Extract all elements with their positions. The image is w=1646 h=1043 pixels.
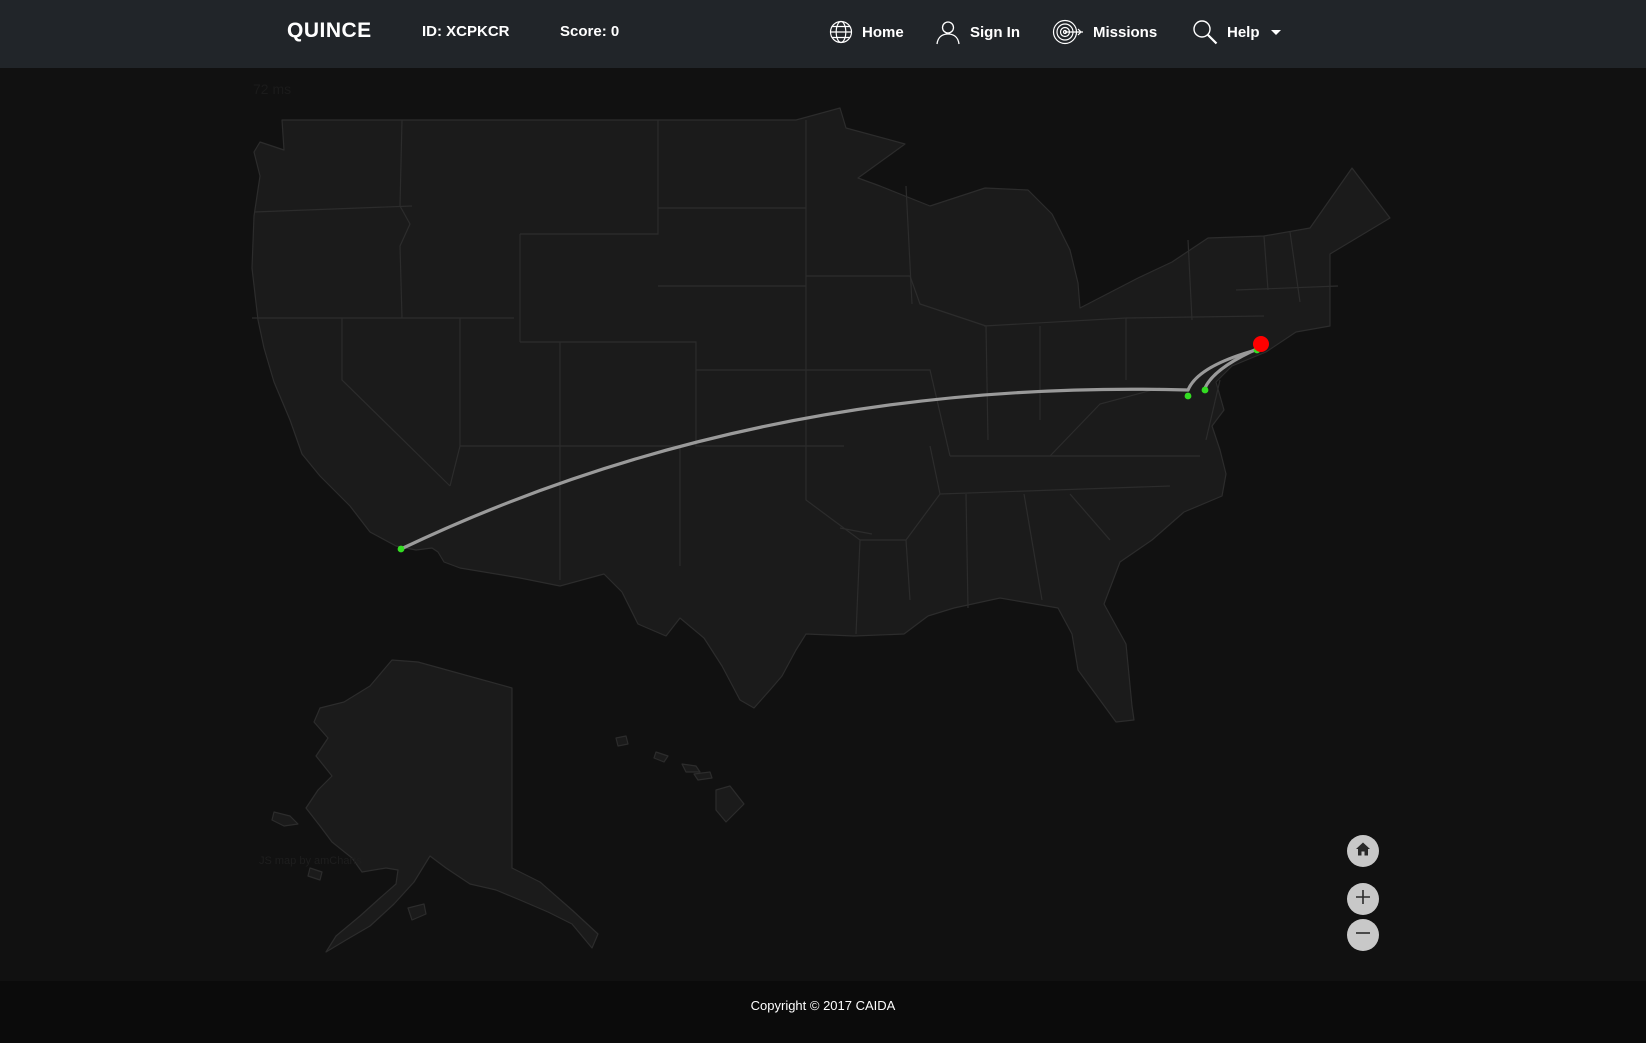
score-label: Score: 0 [560, 23, 620, 40]
nav-help-label: Help [1227, 23, 1260, 41]
target-icon [1052, 19, 1084, 45]
chevron-down-icon [1270, 29, 1281, 35]
zoom-in-button[interactable] [1347, 883, 1379, 915]
nav-sign-in-label: Sign In [970, 23, 1020, 41]
nav-home-link[interactable]: Home [829, 17, 904, 47]
nav-missions-label: Missions [1093, 23, 1158, 41]
map-credit[interactable]: JS map by amCharts [259, 855, 362, 867]
hawaii-island-shape [715, 785, 745, 823]
nav-sign-in-link[interactable]: Sign In [935, 17, 1020, 47]
hawaii-island-shape [693, 771, 713, 781]
brand-logo[interactable]: QUINCE [287, 19, 372, 43]
search-icon [1192, 19, 1218, 45]
nav-help-dropdown[interactable]: Help [1192, 17, 1281, 47]
top-navbar: QUINCE ID: XCPKCR Score: 0 Home Sign In [0, 0, 1646, 68]
hawaii-island-shape [653, 751, 669, 763]
state-shapes [251, 107, 1391, 953]
user-icon [935, 19, 961, 45]
page-footer: Copyright © 2017 CAIDA [0, 981, 1646, 1043]
nav-missions-link[interactable]: Missions [1052, 17, 1157, 47]
kodiak-island-shape [307, 867, 323, 881]
latency-label: 72 ms [253, 81, 292, 97]
hop-marker [1201, 386, 1209, 394]
map-container[interactable]: 72 ms JS map by amCharts [0, 68, 1646, 981]
globe-icon [829, 20, 853, 44]
hop-marker [397, 545, 405, 553]
target-marker [1253, 336, 1269, 352]
nav-home-label: Home [862, 23, 904, 41]
hawaii-island-shape [615, 735, 629, 747]
alaska-panhandle-island-shape [407, 903, 427, 921]
hop-marker [1184, 392, 1192, 400]
hawaii-island-shape [681, 763, 701, 773]
copyright-text: Copyright © 2017 CAIDA [750, 998, 896, 1013]
zoom-out-button[interactable] [1347, 919, 1379, 951]
map-home-button[interactable] [1347, 835, 1379, 867]
aleutian-island-shape [271, 811, 299, 827]
plus-icon [1355, 889, 1371, 910]
minus-icon [1355, 925, 1371, 946]
alaska-shape [305, 659, 599, 953]
home-icon [1355, 841, 1371, 862]
user-id-label: ID: XCPKCR [422, 23, 510, 40]
us-map[interactable] [0, 68, 1646, 981]
